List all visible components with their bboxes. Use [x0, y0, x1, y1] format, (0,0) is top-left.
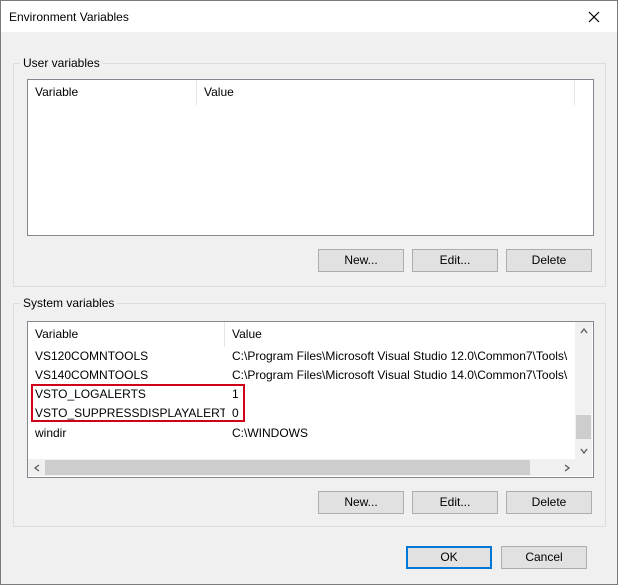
title-bar: Environment Variables [1, 1, 617, 32]
system-variables-group: System variables Variable Value VS120COM… [13, 296, 606, 527]
system-variables-list[interactable]: Variable Value VS120COMNTOOLS C:\Program… [27, 321, 594, 478]
variable-value: C:\Program Files\Microsoft Visual Studio… [232, 368, 568, 382]
variable-name: VSTO_SUPPRESSDISPLAYALERTS [35, 406, 225, 420]
user-variables-list[interactable]: Variable Value [27, 79, 594, 236]
variable-name: VS120COMNTOOLS [35, 349, 149, 363]
system-list-header: Variable Value [28, 322, 593, 347]
table-row[interactable]: VS120COMNTOOLS C:\Program Files\Microsof… [28, 347, 575, 366]
close-icon [588, 11, 600, 22]
cancel-button[interactable]: Cancel [501, 546, 587, 569]
close-button[interactable] [571, 1, 617, 32]
scroll-corner [575, 459, 592, 476]
variable-name: VS140COMNTOOLS [35, 368, 149, 382]
table-row[interactable]: windir C:\WINDOWS [28, 424, 575, 443]
ok-button[interactable]: OK [406, 546, 492, 569]
system-edit-button[interactable]: Edit... [412, 491, 498, 514]
table-row[interactable]: VS140COMNTOOLS C:\Program Files\Microsof… [28, 366, 575, 385]
horizontal-scroll-thumb[interactable] [45, 460, 530, 475]
user-column-variable[interactable]: Variable [28, 80, 197, 105]
variable-name: VSTO_LOGALERTS [35, 387, 146, 401]
horizontal-scrollbar[interactable] [28, 459, 575, 476]
variable-value: 0 [232, 406, 239, 420]
environment-variables-dialog: Environment Variables User variables Var… [0, 0, 618, 585]
vertical-scrollbar[interactable] [575, 322, 592, 459]
window-title: Environment Variables [9, 10, 129, 24]
vertical-scroll-thumb[interactable] [576, 415, 591, 439]
system-delete-button[interactable]: Delete [506, 491, 592, 514]
scroll-right-arrow-icon[interactable] [558, 459, 575, 476]
system-column-value[interactable]: Value [225, 322, 575, 347]
system-variables-label: System variables [20, 296, 118, 310]
table-row[interactable]: VSTO_SUPPRESSDISPLAYALERTS 0 [28, 404, 575, 423]
user-variables-group: User variables Variable Value New... Edi… [13, 56, 606, 287]
scroll-down-arrow-icon[interactable] [575, 442, 592, 459]
user-delete-button[interactable]: Delete [506, 249, 592, 272]
user-variables-label: User variables [20, 56, 103, 70]
scroll-left-arrow-icon[interactable] [28, 459, 45, 476]
user-column-value[interactable]: Value [197, 80, 575, 105]
user-new-button[interactable]: New... [318, 249, 404, 272]
variable-value: C:\Program Files\Microsoft Visual Studio… [232, 349, 568, 363]
variable-value: 1 [232, 387, 239, 401]
system-new-button[interactable]: New... [318, 491, 404, 514]
system-column-variable[interactable]: Variable [28, 322, 225, 347]
variable-value: C:\WINDOWS [232, 426, 308, 440]
table-row[interactable]: VSTO_LOGALERTS 1 [28, 385, 575, 404]
user-edit-button[interactable]: Edit... [412, 249, 498, 272]
variable-name: windir [35, 426, 67, 440]
user-list-header: Variable Value [28, 80, 593, 105]
scroll-up-arrow-icon[interactable] [575, 322, 592, 339]
